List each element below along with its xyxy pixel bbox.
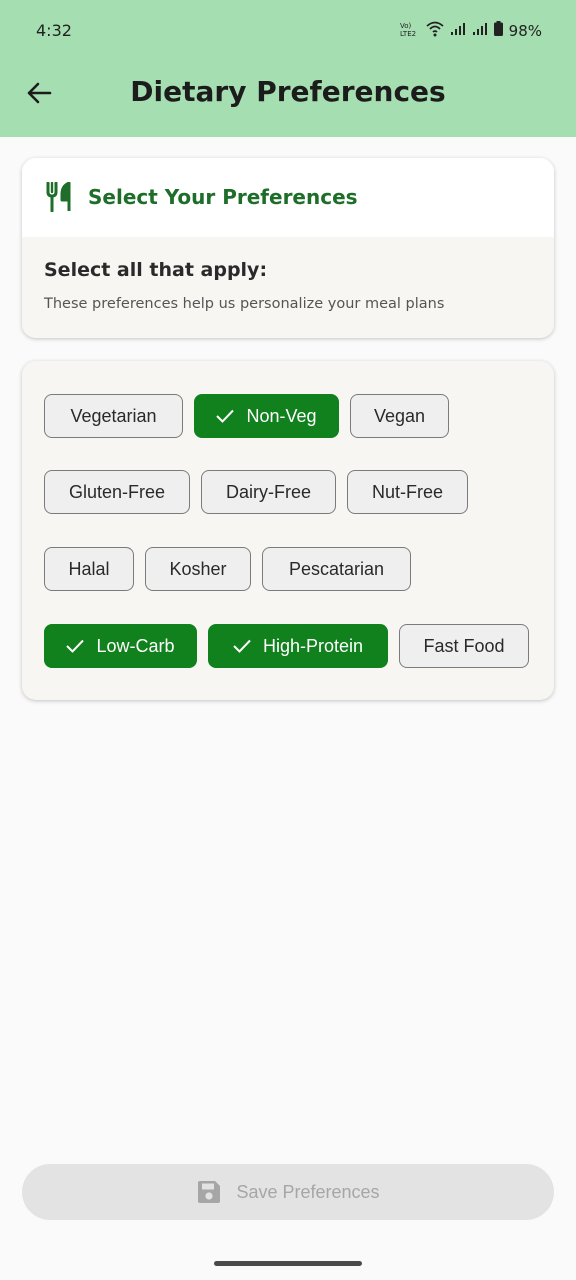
signal-icon-2 xyxy=(472,22,488,41)
card-description: These preferences help us personalize yo… xyxy=(44,296,445,312)
app-bar: 4:32 Vo) LTE2 98% Dietary Preferences xyxy=(0,0,576,137)
save-preferences-button[interactable]: Save Preferences xyxy=(22,1164,554,1220)
chip-gluten-free[interactable]: Gluten-Free xyxy=(44,470,190,514)
chip-label: Non-Veg xyxy=(246,405,317,426)
chip-nut-free[interactable]: Nut-Free xyxy=(347,470,468,514)
chip-pescatarian[interactable]: Pescatarian xyxy=(262,547,411,591)
chip-non-veg[interactable]: Non-Veg xyxy=(194,394,339,438)
status-icons: Vo) LTE2 98% xyxy=(400,20,542,42)
battery-percent: 98% xyxy=(508,22,542,40)
chip-label: Pescatarian xyxy=(288,558,385,579)
status-time: 4:32 xyxy=(36,21,72,40)
chip-label: Fast Food xyxy=(423,635,505,656)
card-body: Select all that apply: These preferences… xyxy=(22,237,554,338)
volte-icon: Vo) LTE2 xyxy=(400,21,420,42)
wifi-icon xyxy=(426,21,444,42)
chip-kosher[interactable]: Kosher xyxy=(145,547,251,591)
chip-high-protein[interactable]: High-Protein xyxy=(208,624,388,668)
chip-dairy-free[interactable]: Dairy-Free xyxy=(201,470,336,514)
chip-label: Dairy-Free xyxy=(225,481,311,502)
check-icon xyxy=(216,409,235,423)
check-icon xyxy=(233,639,251,653)
chip-label: Nut-Free xyxy=(371,481,443,502)
status-bar: 4:32 Vo) LTE2 98% xyxy=(0,0,576,62)
card-subtitle: Select all that apply: xyxy=(44,259,268,281)
signal-icon-1 xyxy=(450,22,466,41)
chip-label: Vegan xyxy=(373,405,426,426)
chip-fast-food[interactable]: Fast Food xyxy=(399,624,529,668)
chip-label: High-Protein xyxy=(262,635,364,656)
chip-label: Halal xyxy=(68,558,110,579)
page-title: Dietary Preferences xyxy=(130,75,446,108)
save-button-label: Save Preferences xyxy=(236,1181,380,1202)
restaurant-icon xyxy=(46,182,71,212)
chip-vegan[interactable]: Vegan xyxy=(350,394,449,438)
svg-text:LTE2: LTE2 xyxy=(400,30,416,37)
card-header: Select Your Preferences xyxy=(22,158,554,237)
chip-label: Low-Carb xyxy=(96,635,175,656)
chip-halal[interactable]: Halal xyxy=(44,547,134,591)
chip-label: Vegetarian xyxy=(70,405,157,426)
chip-low-carb[interactable]: Low-Carb xyxy=(44,624,197,668)
card-title: Select Your Preferences xyxy=(88,185,358,209)
check-icon xyxy=(66,639,85,653)
save-icon xyxy=(198,1181,221,1203)
chip-label: Gluten-Free xyxy=(68,481,166,502)
chip-vegetarian[interactable]: Vegetarian xyxy=(44,394,183,438)
chip-label: Kosher xyxy=(169,558,227,579)
battery-icon xyxy=(493,21,503,41)
preferences-header-card: Select Your Preferences Select all that … xyxy=(22,158,554,338)
svg-text:Vo): Vo) xyxy=(400,22,412,30)
home-indicator[interactable] xyxy=(214,1261,362,1266)
preference-chips-card: Vegetarian Non-Veg Vegan Gluten-Free Dai… xyxy=(22,361,554,700)
